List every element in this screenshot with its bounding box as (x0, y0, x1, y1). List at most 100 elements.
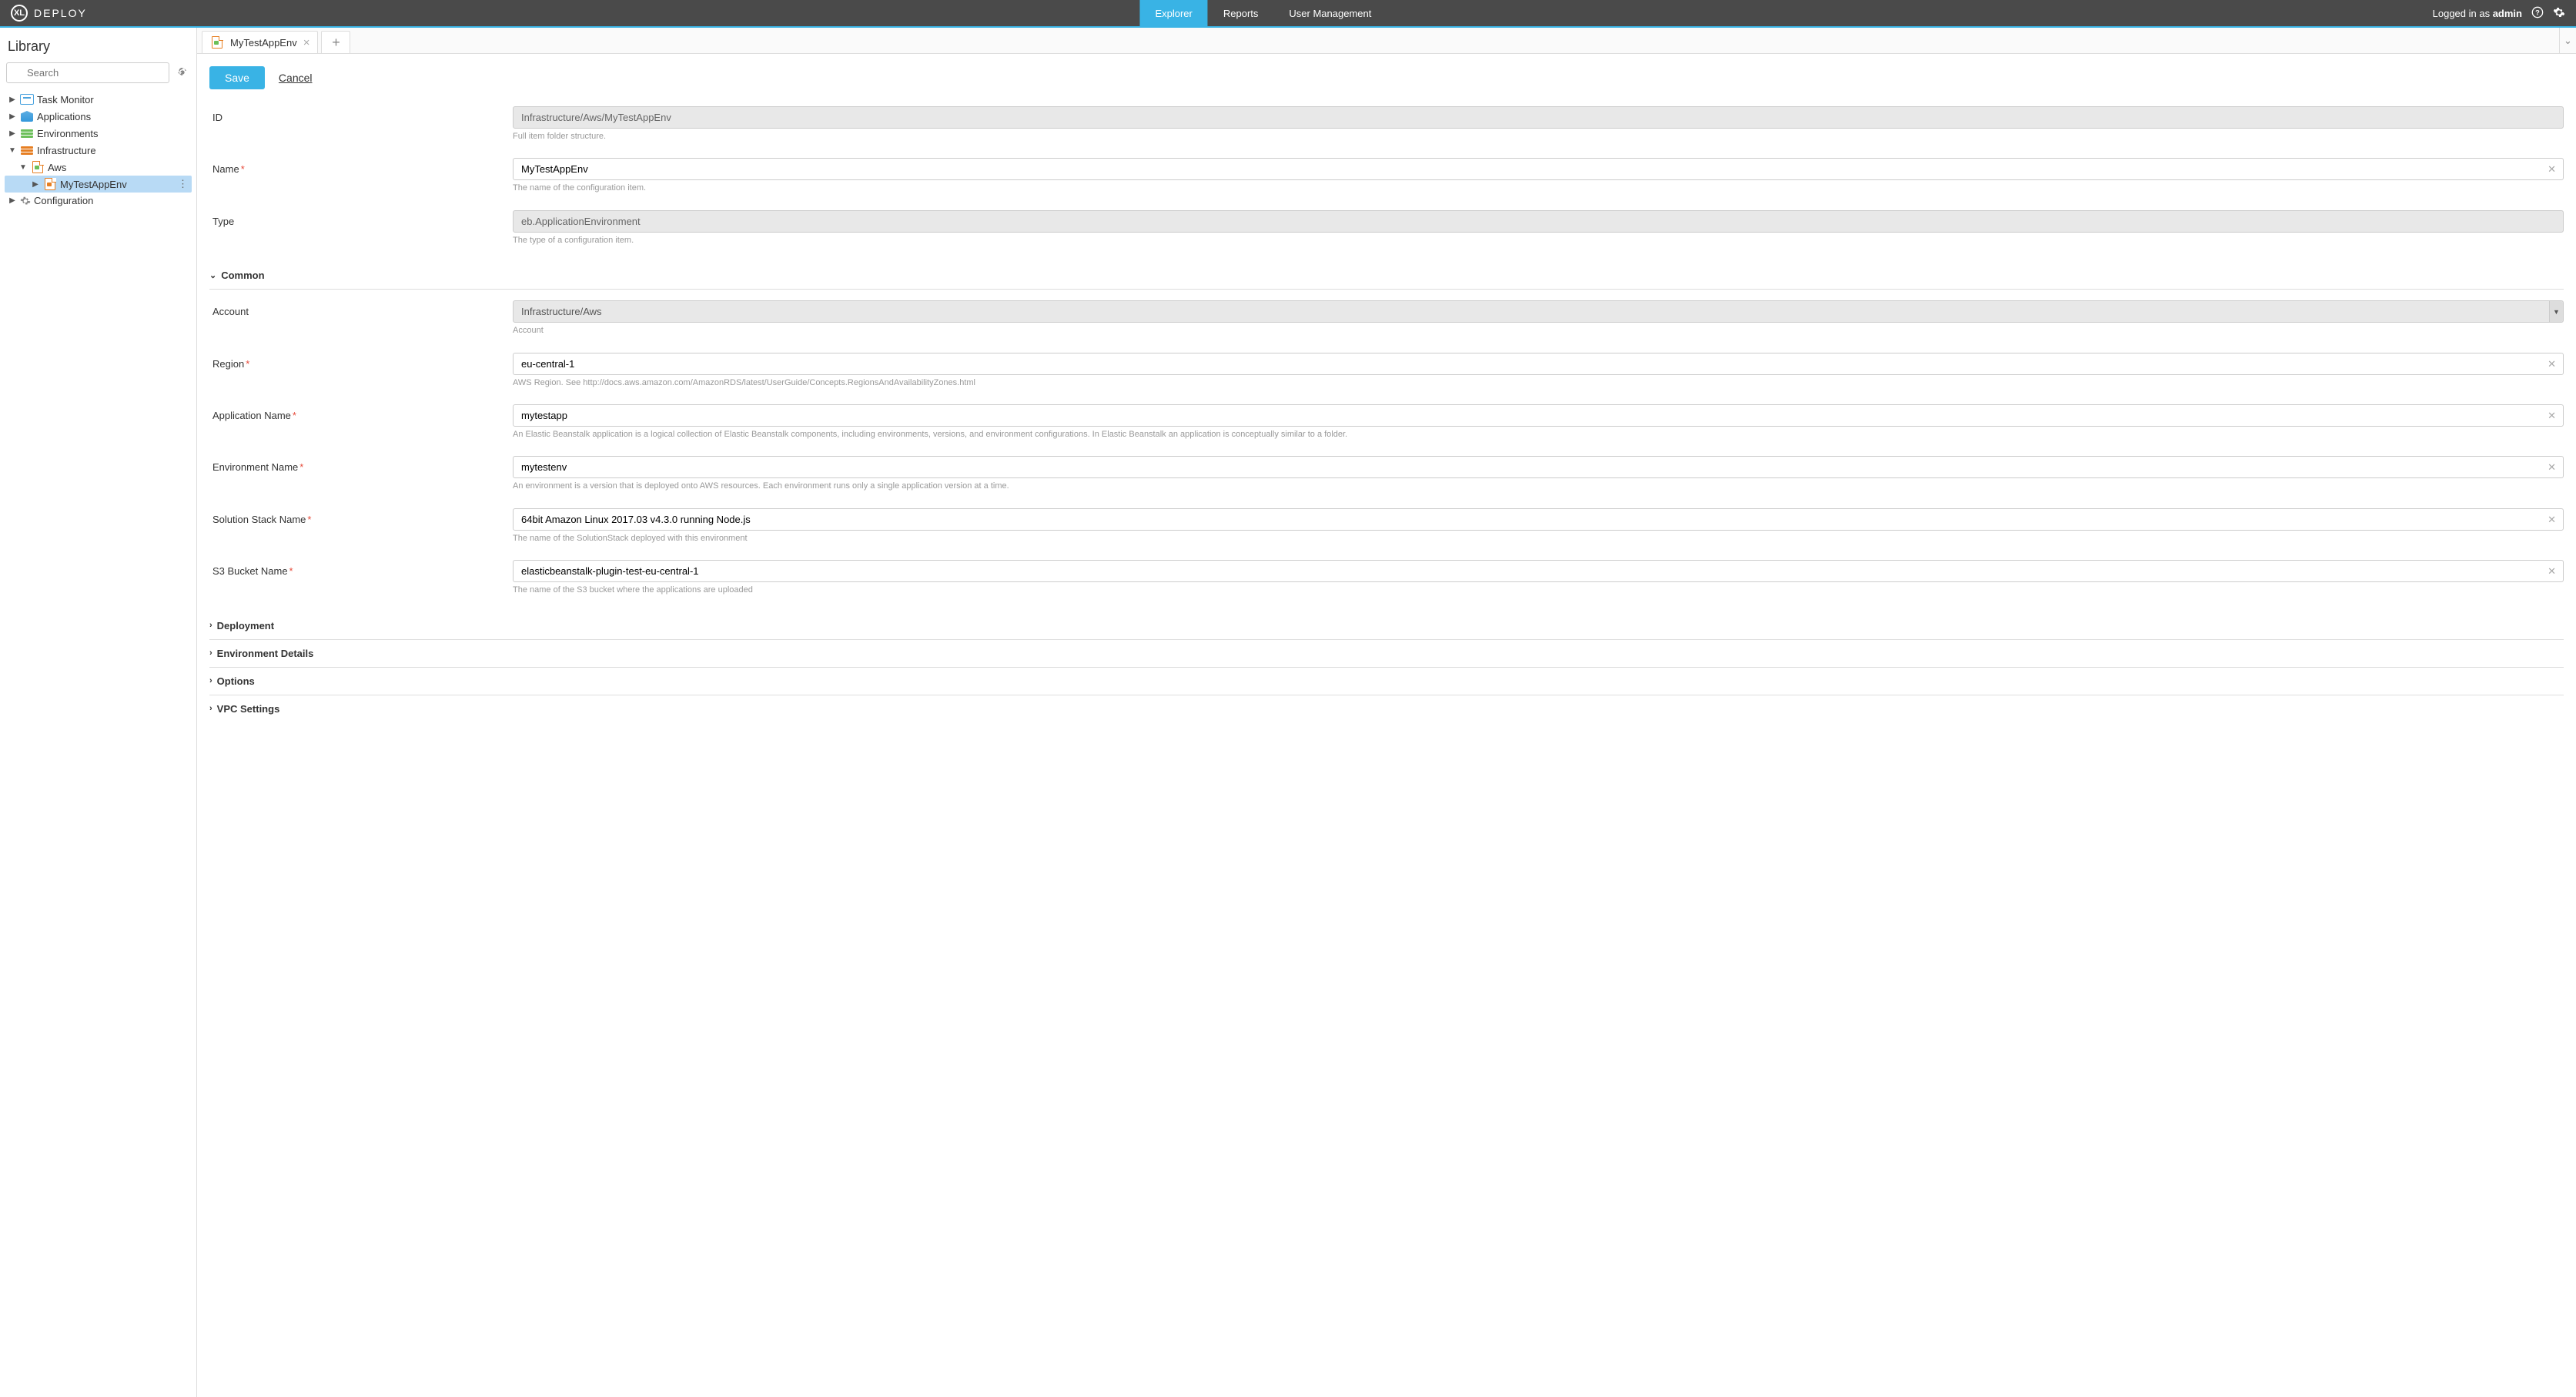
input-id (513, 106, 2564, 129)
label-account: Account (209, 300, 513, 317)
label-bucket: S3 Bucket Name* (209, 560, 513, 577)
tree-infrastructure[interactable]: ▼ Infrastructure (5, 142, 192, 159)
form: Save Cancel ID Full item folder structur… (197, 54, 2576, 1397)
tree-label: Infrastructure (37, 145, 189, 156)
help-icon[interactable]: ? (2531, 6, 2544, 21)
chevron-right-icon: › (209, 704, 212, 713)
input-name[interactable] (513, 158, 2564, 180)
logo-letters: XL (14, 8, 25, 18)
section-deployment[interactable]: › Deployment (209, 612, 2564, 640)
help-type: The type of a configuration item. (513, 235, 2564, 246)
tab-label: MyTestAppEnv (230, 37, 297, 49)
tree-environments[interactable]: ▶ Environments (5, 125, 192, 142)
section-label: VPC Settings (217, 703, 280, 715)
help-region: AWS Region. See http://docs.aws.amazon.c… (513, 377, 2564, 389)
clear-icon[interactable]: ✕ (2548, 514, 2556, 526)
clear-icon[interactable]: ✕ (2548, 163, 2556, 176)
gear-icon (20, 196, 31, 206)
username: admin (2493, 8, 2522, 19)
tabs-dropdown[interactable]: ⌄ (2559, 28, 2576, 53)
tree-label: Environments (37, 128, 189, 139)
section-label: Common (221, 270, 264, 281)
caret-down-icon: ▼ (18, 163, 28, 172)
label-app-name: Application Name* (209, 404, 513, 421)
input-stack-name[interactable] (513, 508, 2564, 531)
tree-label: Task Monitor (37, 94, 189, 106)
logged-in-label: Logged in as admin (2433, 8, 2522, 19)
nav-explorer[interactable]: Explorer (1139, 0, 1207, 27)
caret-right-icon: ▶ (8, 129, 17, 138)
section-options[interactable]: › Options (209, 668, 2564, 695)
chevron-down-icon: ⌄ (2564, 35, 2572, 47)
section-common[interactable]: ⌄Common (209, 262, 2564, 290)
header-right: Logged in as admin ? (2433, 6, 2576, 21)
label-name: Name* (209, 158, 513, 175)
product-logo: XL DEPLOY (0, 5, 98, 22)
input-env-name[interactable] (513, 456, 2564, 478)
gear-icon[interactable] (2553, 6, 2565, 21)
clear-icon[interactable]: ✕ (2548, 461, 2556, 474)
file-icon (31, 161, 45, 173)
caret-right-icon: ▶ (8, 95, 17, 104)
clear-icon[interactable]: ✕ (2548, 410, 2556, 422)
clear-icon[interactable]: ✕ (2548, 358, 2556, 370)
app-header: XL DEPLOY Explorer Reports User Manageme… (0, 0, 2576, 28)
help-bucket: The name of the S3 bucket where the appl… (513, 585, 2564, 596)
section-env-details[interactable]: › Environment Details (209, 640, 2564, 668)
chevron-right-icon: › (209, 621, 212, 630)
tree-label: MyTestAppEnv (60, 179, 175, 190)
tab-mytestappenv[interactable]: MyTestAppEnv × (202, 31, 318, 53)
editor-tabs: MyTestAppEnv × + ⌄ (197, 28, 2576, 54)
tree-label: Configuration (34, 195, 189, 206)
input-app-name[interactable] (513, 404, 2564, 427)
file-icon (43, 178, 57, 190)
help-env-name: An environment is a version that is depl… (513, 481, 2564, 492)
section-label: Environment Details (217, 648, 314, 659)
tree-mytestappenv[interactable]: ▶MyTestAppEnv⋮ (5, 176, 192, 193)
environments-icon (20, 127, 34, 139)
chevron-right-icon: › (209, 648, 212, 658)
plus-icon: + (332, 35, 340, 51)
help-app-name: An Elastic Beanstalk application is a lo… (513, 429, 2564, 441)
input-bucket[interactable] (513, 560, 2564, 582)
chevron-right-icon: › (209, 676, 212, 685)
section-vpc[interactable]: › VPC Settings (209, 695, 2564, 722)
caret-down-icon: ▼ (8, 146, 17, 155)
help-account: Account (513, 325, 2564, 337)
input-region[interactable] (513, 353, 2564, 375)
nav-reports[interactable]: Reports (1208, 0, 1274, 27)
kebab-icon[interactable]: ⋮ (178, 178, 189, 190)
section-label: Options (217, 675, 255, 687)
input-type (513, 210, 2564, 233)
section-label: Deployment (217, 620, 274, 631)
label-type: Type (209, 210, 513, 227)
tree-applications[interactable]: ▶Applications (5, 108, 192, 125)
tree-configuration[interactable]: ▶Configuration (5, 193, 192, 209)
caret-down-icon: ▼ (2549, 301, 2563, 322)
logo-mark: XL (11, 5, 28, 22)
caret-right-icon: ▶ (8, 112, 17, 121)
sidebar: Library ▶ Task Monitor ▶Applications ▶ Env… (0, 28, 197, 1397)
clear-icon[interactable]: ✕ (2548, 565, 2556, 578)
help-id: Full item folder structure. (513, 131, 2564, 142)
box-icon (20, 110, 34, 122)
cancel-link[interactable]: Cancel (279, 72, 313, 84)
add-tab-button[interactable]: + (321, 31, 350, 53)
tree-label: Aws (48, 162, 189, 173)
search-input[interactable] (6, 62, 169, 83)
svg-text:?: ? (2535, 8, 2540, 16)
sidebar-title: Library (0, 28, 196, 62)
close-icon[interactable]: × (303, 36, 310, 49)
nav-user-management[interactable]: User Management (1273, 0, 1387, 27)
label-env-name: Environment Name* (209, 456, 513, 473)
refresh-icon[interactable] (176, 66, 190, 80)
tree-task-monitor[interactable]: ▶ Task Monitor (5, 91, 192, 108)
select-account[interactable]: Infrastructure/Aws▼ (513, 300, 2564, 323)
label-region: Region* (209, 353, 513, 370)
help-name: The name of the configuration item. (513, 183, 2564, 194)
nav-label: Reports (1223, 8, 1259, 19)
nav-label: User Management (1289, 8, 1371, 19)
tree-aws[interactable]: ▼ Aws (5, 159, 192, 176)
label-stack-name: Solution Stack Name* (209, 508, 513, 525)
save-button[interactable]: Save (209, 66, 265, 89)
